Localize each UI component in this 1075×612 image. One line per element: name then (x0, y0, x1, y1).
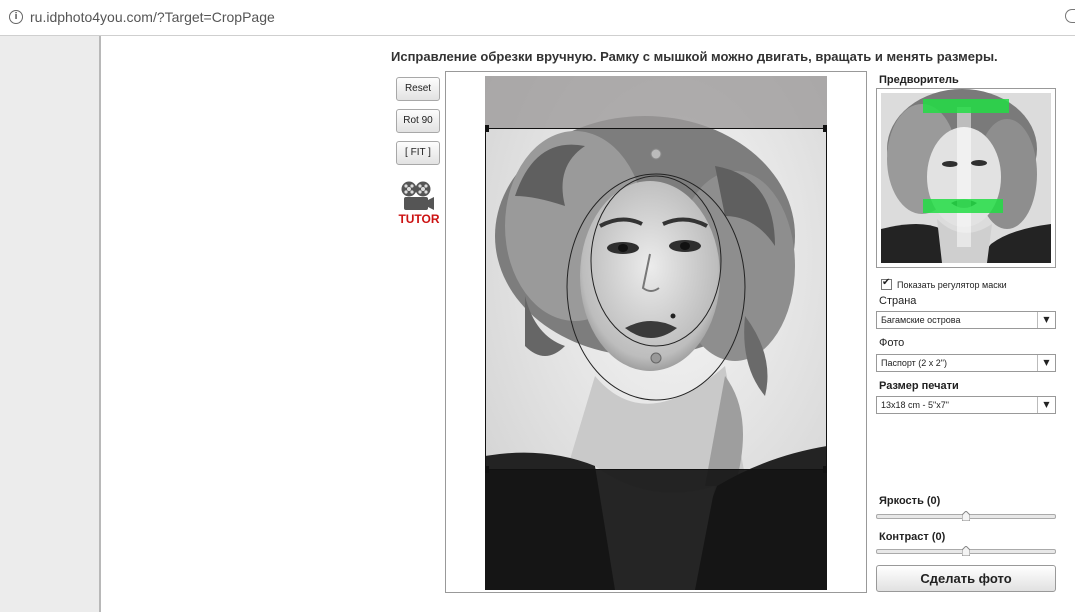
preview-box (876, 88, 1056, 268)
zoom-icon[interactable] (1065, 9, 1075, 23)
info-icon[interactable]: i (9, 10, 23, 24)
slider-thumb[interactable] (962, 546, 970, 556)
print-size-select[interactable]: 13x18 cm - 5"x7" ▼ (876, 396, 1056, 414)
brightness-slider[interactable] (876, 511, 1056, 523)
portrait-photo[interactable] (485, 76, 827, 590)
tutor-label: TUTOR (398, 212, 440, 226)
brightness-label: Яркость (0) (879, 495, 941, 507)
rotate-90-button[interactable]: Rot 90 (396, 109, 440, 133)
show-regulator-label[interactable]: Показать регулятор маски (897, 280, 1007, 290)
url-text[interactable]: ru.idphoto4you.com/?Target=CropPage (30, 9, 275, 25)
reset-button[interactable]: Reset (396, 77, 440, 101)
photo-label: Фото (879, 337, 905, 349)
slider-thumb[interactable] (962, 511, 970, 521)
address-bar[interactable]: i ru.idphoto4you.com/?Target=CropPage (0, 0, 1075, 36)
chevron-down-icon[interactable]: ▼ (1037, 312, 1055, 328)
country-value: Багамские острова (881, 315, 961, 325)
show-regulator-row[interactable]: Показать регулятор маски (881, 274, 1021, 293)
make-photo-button[interactable]: Сделать фото (876, 565, 1056, 592)
fit-button[interactable]: [ FIT ] (396, 141, 440, 165)
film-projector-icon (401, 181, 434, 210)
contrast-slider[interactable] (876, 546, 1056, 558)
chevron-down-icon[interactable]: ▼ (1037, 397, 1055, 413)
page-heading: Исправление обрезки вручную. Рамку с мыш… (391, 49, 998, 64)
print-size-value: 13x18 cm - 5"x7" (881, 400, 949, 410)
contrast-label: Контраст (0) (879, 531, 946, 543)
preview-image (881, 89, 1051, 263)
preview-title: Предворитель (879, 74, 959, 86)
tutor-button[interactable]: TUTOR (396, 180, 442, 228)
show-regulator-checkbox[interactable] (881, 277, 892, 290)
photo-value: Паспорт (2 x 2") (881, 358, 947, 368)
chevron-down-icon[interactable]: ▼ (1037, 355, 1055, 371)
print-size-label: Размер печати (879, 380, 959, 392)
country-select[interactable]: Багамские острова ▼ (876, 311, 1056, 329)
photo-select[interactable]: Паспорт (2 x 2") ▼ (876, 354, 1056, 372)
country-label: Страна (879, 295, 917, 307)
